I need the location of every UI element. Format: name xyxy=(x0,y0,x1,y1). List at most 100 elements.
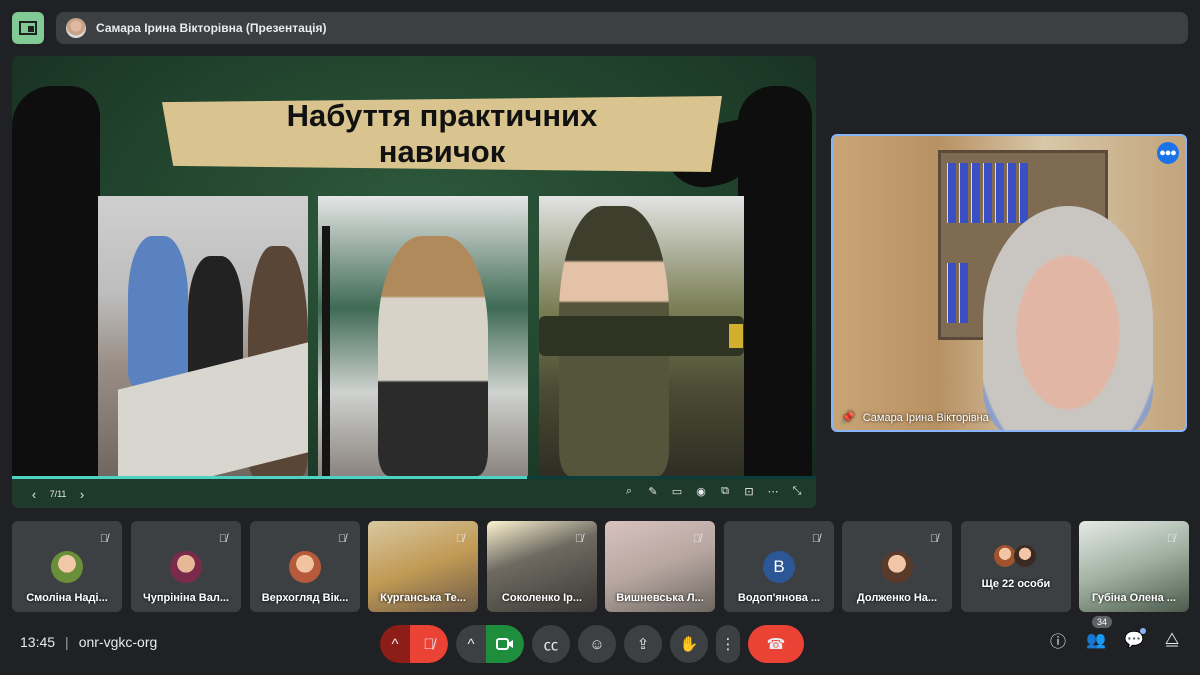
mic-off-icon: 🎙̸ xyxy=(218,533,228,545)
mic-toggle-button[interactable]: 🎙̸ xyxy=(410,625,448,663)
raise-hand-button[interactable]: ✋ xyxy=(670,625,708,663)
participant-tile[interactable]: 🎙̸ В Водоп'янова ... xyxy=(724,521,834,612)
hand-icon: ✋ xyxy=(679,636,699,653)
mic-off-icon: 🎙̸ xyxy=(99,533,109,545)
top-bar: Самара Ірина Вікторівна (Презентація) xyxy=(12,12,1188,44)
soldier-silhouette-left xyxy=(12,86,100,478)
speaking-indicator-icon: ⦁⦁⦁ xyxy=(1157,142,1179,164)
presenter-title: Самара Ірина Вікторівна (Презентація) xyxy=(96,21,327,35)
participant-tile[interactable]: 🎙̸ Соколенко Ір... xyxy=(487,521,597,612)
chat-button[interactable]: 💬 xyxy=(1124,628,1146,650)
participant-name: Смоліна Наді... xyxy=(26,592,108,604)
side-panel-buttons: ⓘ 34 👥 💬 ⧋ xyxy=(1048,616,1182,651)
presenter-title-bar: Самара Ірина Вікторівна (Презентація) xyxy=(56,12,1188,44)
picture-in-picture-icon[interactable]: ⧉ xyxy=(718,484,732,498)
slide-photo-classroom xyxy=(98,196,308,476)
live-icon[interactable]: ◉ xyxy=(694,484,708,498)
mic-off-icon: 🎙̸ xyxy=(929,533,939,545)
participant-tile[interactable]: 🎙̸ Вишневська Л... xyxy=(605,521,715,612)
mic-off-icon: 🎙̸ xyxy=(574,533,584,545)
divider: | xyxy=(65,634,69,650)
slide-title: Набуття практичних навичок xyxy=(286,98,598,169)
present-icon[interactable]: ⊡ xyxy=(742,484,756,498)
participant-name: Вишневська Л... xyxy=(616,592,704,604)
slide-progress-fill xyxy=(12,476,527,479)
participant-tile[interactable]: 🎙̸ Долженко На... xyxy=(842,521,952,612)
notification-dot xyxy=(1140,628,1146,634)
speaker-tile[interactable]: ⦁⦁⦁ 📌 Самара Ірина Вікторівна xyxy=(831,134,1187,432)
previous-slide-button[interactable]: ‹ xyxy=(24,487,44,502)
emoji-icon: ☺ xyxy=(589,635,605,653)
pin-icon[interactable]: 📌 xyxy=(841,411,855,424)
slide-controls: ‹ 7/11 › ⌕ ✎ ▭ ◉ ⧉ ⊡ ⋯ ⤡ xyxy=(12,480,816,508)
more-options-icon[interactable]: ⋯ xyxy=(766,484,780,498)
participant-tile[interactable]: 🎙̸ Верхогляд Вік... xyxy=(250,521,360,612)
avatar xyxy=(994,545,1016,567)
slide-title-band: Набуття практичних навичок xyxy=(162,96,722,172)
activities-icon: ⧋ xyxy=(1164,631,1180,648)
avatar xyxy=(170,551,202,583)
layout-toggle-button[interactable] xyxy=(12,12,44,44)
more-vert-icon: ⋮ xyxy=(720,636,736,653)
present-button[interactable]: ⇪ xyxy=(624,625,662,663)
participant-tile[interactable]: 🎙̸ Смоліна Наді... xyxy=(12,521,122,612)
participant-strip: 🎙̸ Смоліна Наді... 🎙̸ Чупрініна Вал... 🎙… xyxy=(12,521,1189,613)
meeting-info: 13:45 | onr-vgkc-org xyxy=(20,634,157,650)
camera-control-group: ^ xyxy=(456,625,524,663)
chevron-up-icon: ^ xyxy=(467,635,475,653)
camera-toggle-button[interactable] xyxy=(486,625,524,663)
captions-icon[interactable]: ▭ xyxy=(670,484,684,498)
captions-icon: ㏄ xyxy=(543,636,559,654)
slide-photo-girl-launcher xyxy=(539,196,744,476)
present-screen-icon: ⇪ xyxy=(636,636,650,653)
mic-off-icon: 🎙̸ xyxy=(811,533,821,545)
participant-name: Долженко На... xyxy=(856,592,938,604)
mic-off-icon: 🎙̸ xyxy=(1166,533,1176,545)
bottom-bar: 13:45 | onr-vgkc-org ^ 🎙̸ ^ ㏄ ☺ ⇪ ✋ ⋮ ☎ … xyxy=(0,616,1200,668)
people-count-badge: 34 xyxy=(1092,616,1113,628)
avatar xyxy=(289,551,321,583)
avatar: В xyxy=(763,551,795,583)
more-options-button[interactable]: ⋮ xyxy=(716,625,740,663)
activities-button[interactable]: ⧋ xyxy=(1162,630,1182,650)
split-screen-icon xyxy=(19,21,37,35)
meeting-details-button[interactable]: ⓘ xyxy=(1048,630,1068,651)
mic-off-icon: 🎙̸ xyxy=(455,533,465,545)
avatar xyxy=(881,551,913,583)
participant-tile[interactable]: 🎙̸ Чупрініна Вал... xyxy=(131,521,241,612)
people-button[interactable]: 34 👥 xyxy=(1086,616,1113,650)
mic-control-group: ^ 🎙̸ xyxy=(380,625,448,663)
meeting-code: onr-vgkc-org xyxy=(78,634,158,650)
avatar xyxy=(1014,545,1036,567)
captions-button[interactable]: ㏄ xyxy=(532,625,570,663)
zoom-icon[interactable]: ⌕ xyxy=(622,484,636,498)
slide: Набуття практичних навичок xyxy=(12,56,816,478)
participant-tile[interactable]: 🎙̸ Губіна Олена ... xyxy=(1079,521,1189,612)
more-participants-tile[interactable]: Ще 22 особи xyxy=(961,521,1071,612)
info-icon: ⓘ xyxy=(1049,634,1066,651)
more-participants-label: Ще 22 особи xyxy=(981,578,1051,590)
participant-name: Соколенко Ір... xyxy=(501,592,583,604)
leave-call-button[interactable]: ☎ xyxy=(748,625,804,663)
chevron-up-icon: ^ xyxy=(391,635,399,653)
video-options-button[interactable]: ^ xyxy=(456,625,486,663)
reactions-button[interactable]: ☺ xyxy=(578,625,616,663)
mic-off-icon: 🎙̸ xyxy=(337,533,347,545)
slide-progress-bar xyxy=(12,476,816,479)
slide-page-indicator: 7/11 xyxy=(49,489,67,499)
audio-options-button[interactable]: ^ xyxy=(380,625,410,663)
presentation-stage: Набуття практичних навичок ‹ 7/11 › ⌕ ✎ … xyxy=(12,56,816,508)
participant-tile[interactable]: 🎙̸ Курганська Те... xyxy=(368,521,478,612)
clock: 13:45 xyxy=(20,634,56,650)
collapse-icon[interactable]: ⤡ xyxy=(790,484,804,498)
camera-icon xyxy=(496,638,513,650)
avatar xyxy=(51,551,83,583)
next-slide-button[interactable]: › xyxy=(72,487,92,502)
presenter-avatar xyxy=(66,18,86,38)
people-icon: 👥 xyxy=(1086,632,1106,649)
laser-pointer-icon[interactable]: ✎ xyxy=(646,484,660,498)
slide-photo-girl-rifle xyxy=(318,196,528,476)
phone-hangup-icon: ☎ xyxy=(766,636,786,653)
mic-off-icon: 🎙̸ xyxy=(692,533,702,545)
slide-toolbar: ⌕ ✎ ▭ ◉ ⧉ ⊡ ⋯ ⤡ xyxy=(622,484,804,498)
